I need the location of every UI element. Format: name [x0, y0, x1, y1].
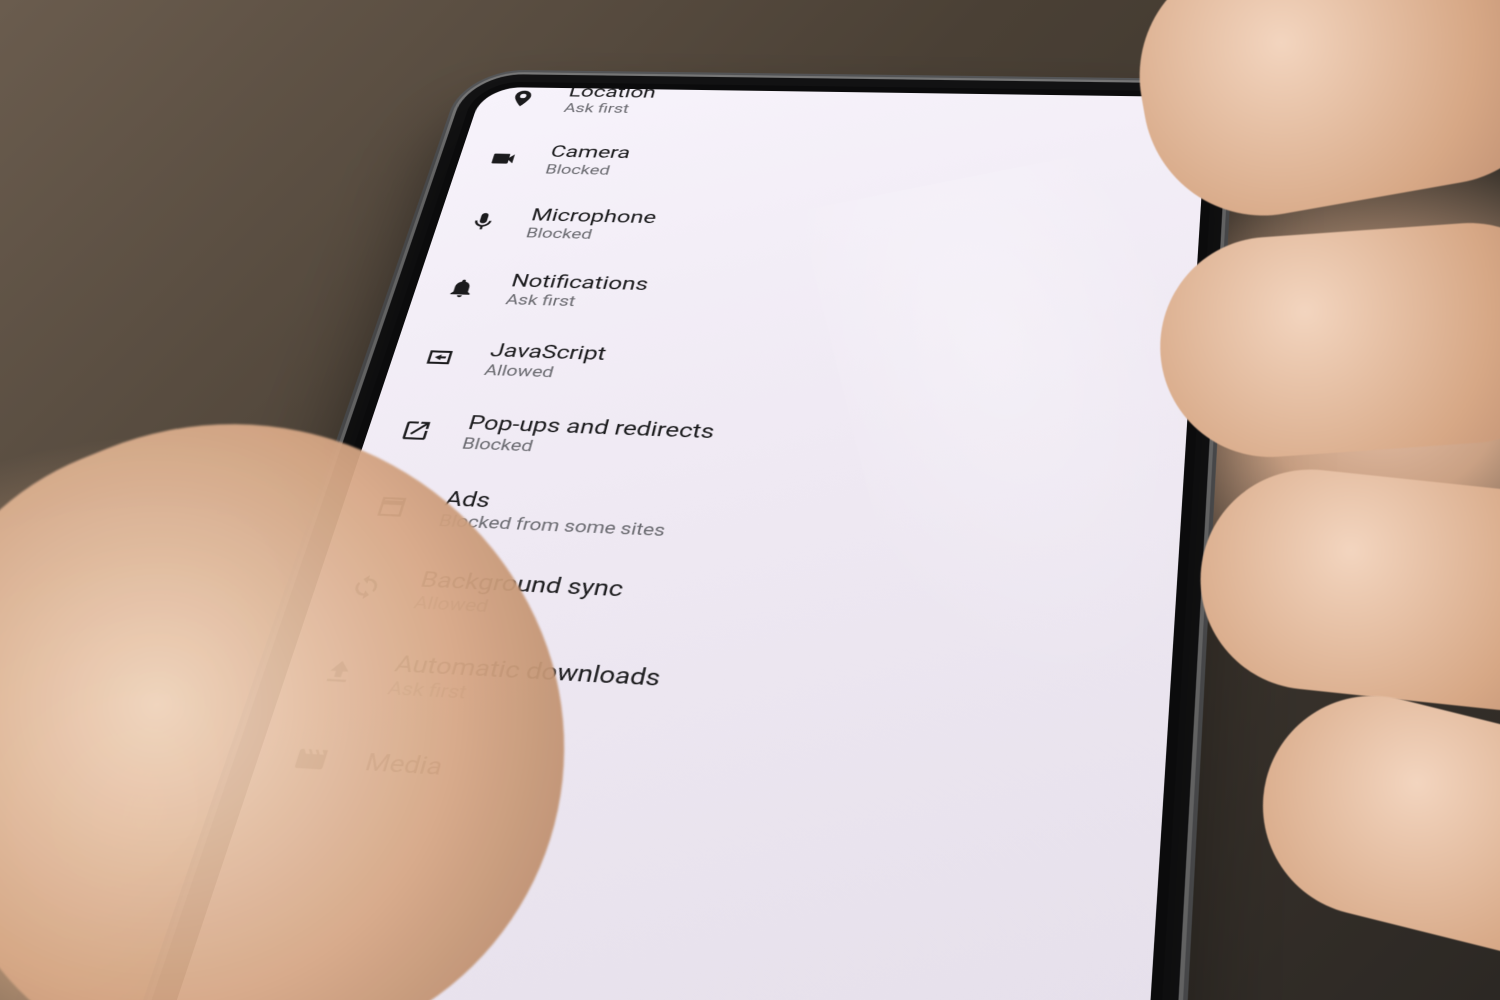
setting-title: Location	[567, 87, 659, 102]
popup-icon	[392, 414, 441, 446]
setting-title: JavaScript	[488, 339, 609, 364]
setting-subtitle: Ask first	[562, 102, 653, 117]
setting-subtitle: Allowed	[482, 363, 602, 383]
javascript-icon	[416, 342, 463, 372]
setting-subtitle: Blocked	[524, 226, 653, 244]
scene: Location Ask first Camera Blocked	[0, 0, 1500, 1000]
setting-text: Microphone Blocked	[524, 205, 659, 244]
setting-title: Microphone	[529, 205, 659, 227]
setting-text: Pop-ups and redirects Blocked	[460, 412, 717, 463]
setting-subtitle: Blocked	[543, 163, 627, 179]
bell-icon	[439, 274, 485, 303]
microphone-icon	[461, 208, 506, 235]
setting-subtitle: Ask first	[504, 293, 645, 312]
setting-text: Camera Blocked	[543, 143, 632, 179]
setting-text: JavaScript Allowed	[482, 339, 609, 382]
setting-title: Camera	[548, 143, 633, 163]
location-pin-icon	[501, 87, 544, 111]
camera-icon	[481, 146, 525, 172]
setting-title: Notifications	[509, 271, 651, 295]
hand-finger	[1190, 459, 1500, 722]
hand-finger	[1240, 672, 1500, 987]
setting-text: Location Ask first	[562, 87, 658, 117]
setting-text: Notifications Ask first	[504, 271, 651, 313]
